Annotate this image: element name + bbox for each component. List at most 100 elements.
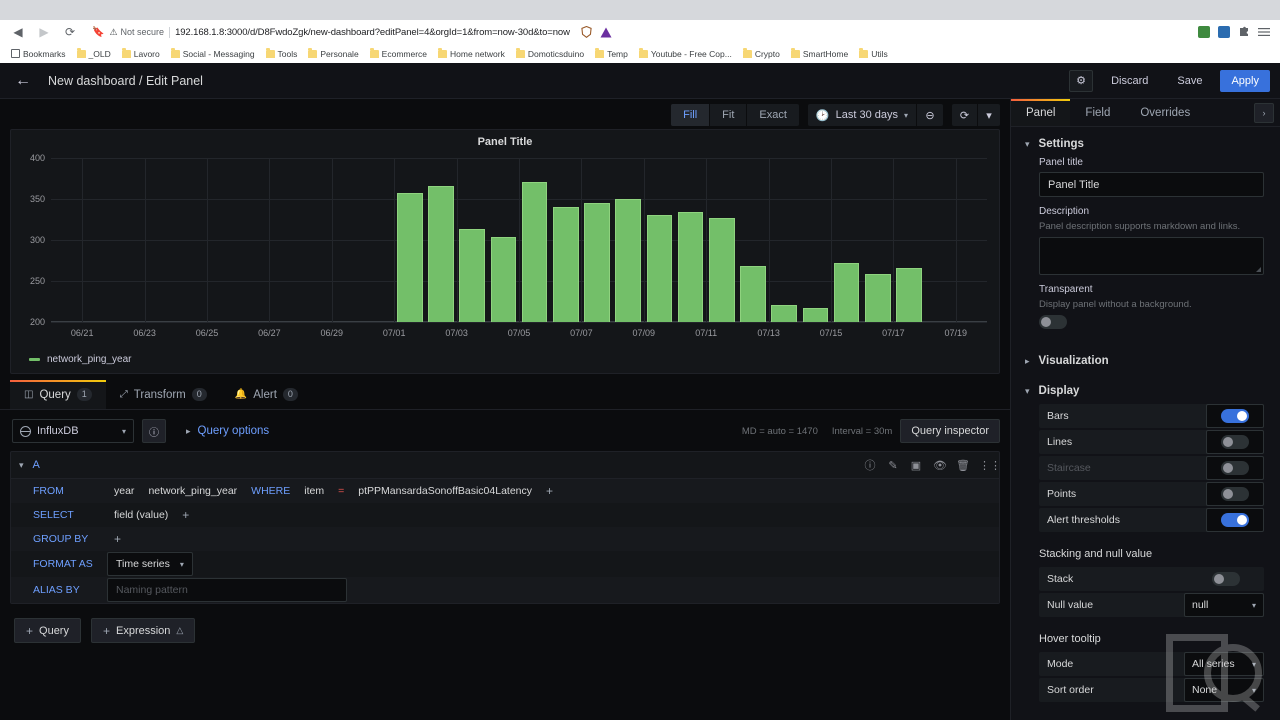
size-mode-fill[interactable]: Fill — [671, 104, 711, 126]
legend-series-label[interactable]: network_ping_year — [47, 354, 132, 365]
alert-thresholds-toggle[interactable] — [1221, 513, 1249, 527]
bookmark-item[interactable]: Social - Messaging — [166, 47, 260, 61]
bookmark-item[interactable]: Domoticsduino — [511, 47, 589, 61]
bookmark-item[interactable]: Utils — [854, 47, 893, 61]
gear-icon[interactable]: ⚙ — [1069, 69, 1094, 92]
apply-button[interactable]: Apply — [1220, 69, 1270, 92]
chart-bar[interactable] — [677, 212, 704, 322]
reload-icon[interactable]: ⟳ — [60, 22, 80, 42]
refresh-icon[interactable]: ⟳ — [952, 104, 978, 126]
puzzle-extensions-icon[interactable] — [1237, 26, 1250, 39]
settings-section-header[interactable]: ▾ Settings — [1011, 127, 1280, 157]
stack-toggle[interactable] — [1212, 572, 1240, 586]
chart-bar[interactable] — [428, 185, 454, 322]
chart-bar[interactable] — [490, 236, 517, 322]
trash-icon[interactable]: 🗑 — [956, 459, 970, 472]
tab-overrides[interactable]: Overrides — [1125, 99, 1205, 126]
add-select-plus-icon[interactable]: + — [175, 506, 196, 524]
address-bar[interactable]: 🔖 ⚠ Not secure 192.168.1.8:3000/d/D8Fwdo… — [86, 23, 1191, 41]
info-icon[interactable]: ⓘ — [864, 457, 876, 473]
zoom-out-icon[interactable]: ⊖ — [917, 104, 943, 126]
add-expression-button[interactable]: + Expression △ — [90, 618, 196, 643]
points-toggle-wrapper[interactable] — [1206, 482, 1264, 506]
query-options-toggle[interactable]: ▸ Query options — [186, 425, 269, 437]
forward-arrow-icon[interactable]: ▶ — [34, 22, 54, 42]
transparent-toggle[interactable] — [1039, 315, 1067, 329]
null-value-select[interactable]: null ▾ — [1184, 593, 1264, 617]
refresh-interval-chevron-down-icon[interactable]: ▾ — [978, 104, 1000, 126]
format-as-select[interactable]: Time series ▾ — [107, 552, 193, 576]
brave-shield-icon[interactable] — [580, 26, 593, 39]
bookmark-item[interactable]: Personale — [303, 47, 363, 61]
chart-bar[interactable] — [646, 215, 673, 322]
plot-region[interactable]: 200 250 300 350 400 06/21 06/23 06/25 06/27 06/2… — [30, 153, 987, 338]
drag-handle-icon[interactable]: ⋮⋮ — [979, 459, 1001, 472]
chart-bar[interactable] — [896, 267, 922, 322]
chart-area[interactable]: 200 250 300 350 400 06/21 06/23 06/25 06/27 06/2… — [17, 150, 991, 350]
datasource-picker[interactable]: InfluxDB ▾ — [12, 419, 134, 443]
query-inspector-button[interactable]: Query inspector — [900, 419, 1000, 443]
where-field[interactable]: item — [297, 482, 331, 500]
help-circle-icon[interactable]: ⓘ — [142, 419, 166, 443]
alias-by-input[interactable] — [107, 578, 347, 602]
tab-panel[interactable]: Panel — [1011, 99, 1071, 126]
chart-bar[interactable] — [740, 266, 766, 322]
chart-bar[interactable] — [584, 203, 610, 322]
duplicate-icon[interactable]: ▣ — [910, 459, 922, 472]
staircase-toggle-wrapper[interactable] — [1206, 456, 1264, 480]
bookmark-item[interactable]: Home network — [433, 47, 510, 61]
extension-blue-icon[interactable] — [1217, 26, 1230, 39]
select-field[interactable]: field (value) — [107, 506, 175, 524]
security-indicator[interactable]: ⚠ Not secure — [109, 27, 164, 38]
time-range-picker[interactable]: 🕑 Last 30 days ▾ — [808, 104, 917, 126]
options-scroll-area[interactable]: ▾ Settings Panel title Description Panel… — [1011, 127, 1280, 720]
bookmark-item[interactable]: Crypto — [738, 47, 785, 61]
chart-bar[interactable] — [833, 262, 860, 322]
add-groupby-plus-icon[interactable]: + — [107, 530, 128, 548]
chart-bar[interactable] — [771, 304, 797, 322]
tab-transform[interactable]: ⤢ Transform 0 — [106, 380, 221, 409]
bookmark-item[interactable]: Youtube - Free Cop... — [634, 47, 737, 61]
back-arrow-icon[interactable]: ← — [10, 68, 36, 94]
lines-toggle-wrapper[interactable] — [1206, 430, 1264, 454]
stack-toggle-wrapper[interactable] — [1206, 567, 1264, 591]
size-mode-fit[interactable]: Fit — [710, 104, 748, 126]
discard-button[interactable]: Discard — [1100, 70, 1159, 92]
eye-icon[interactable]: 👁 — [933, 459, 947, 472]
visualization-section-header[interactable]: ▸ Visualization — [1011, 344, 1280, 374]
browser-tabstrip[interactable] — [0, 0, 1280, 20]
tab-query[interactable]: ◫ Query 1 — [10, 380, 106, 409]
chevron-down-icon[interactable]: ▾ — [19, 460, 24, 471]
from-measurement[interactable]: network_ping_year — [141, 482, 244, 500]
bookmark-manager-item[interactable]: Bookmarks — [6, 47, 71, 61]
back-arrow-icon[interactable]: ◀ — [8, 22, 28, 42]
chart-bar[interactable] — [397, 193, 423, 322]
tab-alert[interactable]: 🔔 Alert 0 — [221, 380, 312, 409]
staircase-toggle[interactable] — [1221, 461, 1249, 475]
chart-bar[interactable] — [459, 228, 485, 322]
bookmark-item[interactable]: SmartHome — [786, 47, 853, 61]
chart-bar[interactable] — [553, 207, 579, 322]
chart-bar[interactable] — [709, 217, 735, 322]
display-section-header[interactable]: ▾ Display — [1011, 374, 1280, 404]
add-where-plus-icon[interactable]: + — [539, 482, 560, 500]
chart-bar[interactable] — [802, 308, 829, 322]
tab-field[interactable]: Field — [1070, 99, 1125, 126]
where-value[interactable]: ptPPMansardaSonoffBasic04Latency — [351, 482, 539, 500]
bars-toggle-wrapper[interactable] — [1206, 404, 1264, 428]
from-policy[interactable]: year — [107, 482, 141, 500]
tooltip-mode-select[interactable]: All series ▾ — [1184, 652, 1264, 676]
query-ref-id[interactable]: A — [33, 459, 40, 471]
bars-toggle[interactable] — [1221, 409, 1249, 423]
lines-toggle[interactable] — [1221, 435, 1249, 449]
alert-thresholds-toggle-wrapper[interactable] — [1206, 508, 1264, 532]
where-operator[interactable]: = — [331, 482, 351, 500]
bookmark-item[interactable]: Lavoro — [117, 47, 165, 61]
extension-triangle-icon[interactable] — [600, 26, 613, 39]
bookmark-item[interactable]: _OLD — [72, 47, 116, 61]
chart-bar[interactable] — [521, 181, 548, 322]
bookmark-icon[interactable]: 🔖 — [92, 27, 104, 38]
bookmark-item[interactable]: Tools — [261, 47, 303, 61]
save-button[interactable]: Save — [1166, 70, 1213, 92]
points-toggle[interactable] — [1221, 487, 1249, 501]
